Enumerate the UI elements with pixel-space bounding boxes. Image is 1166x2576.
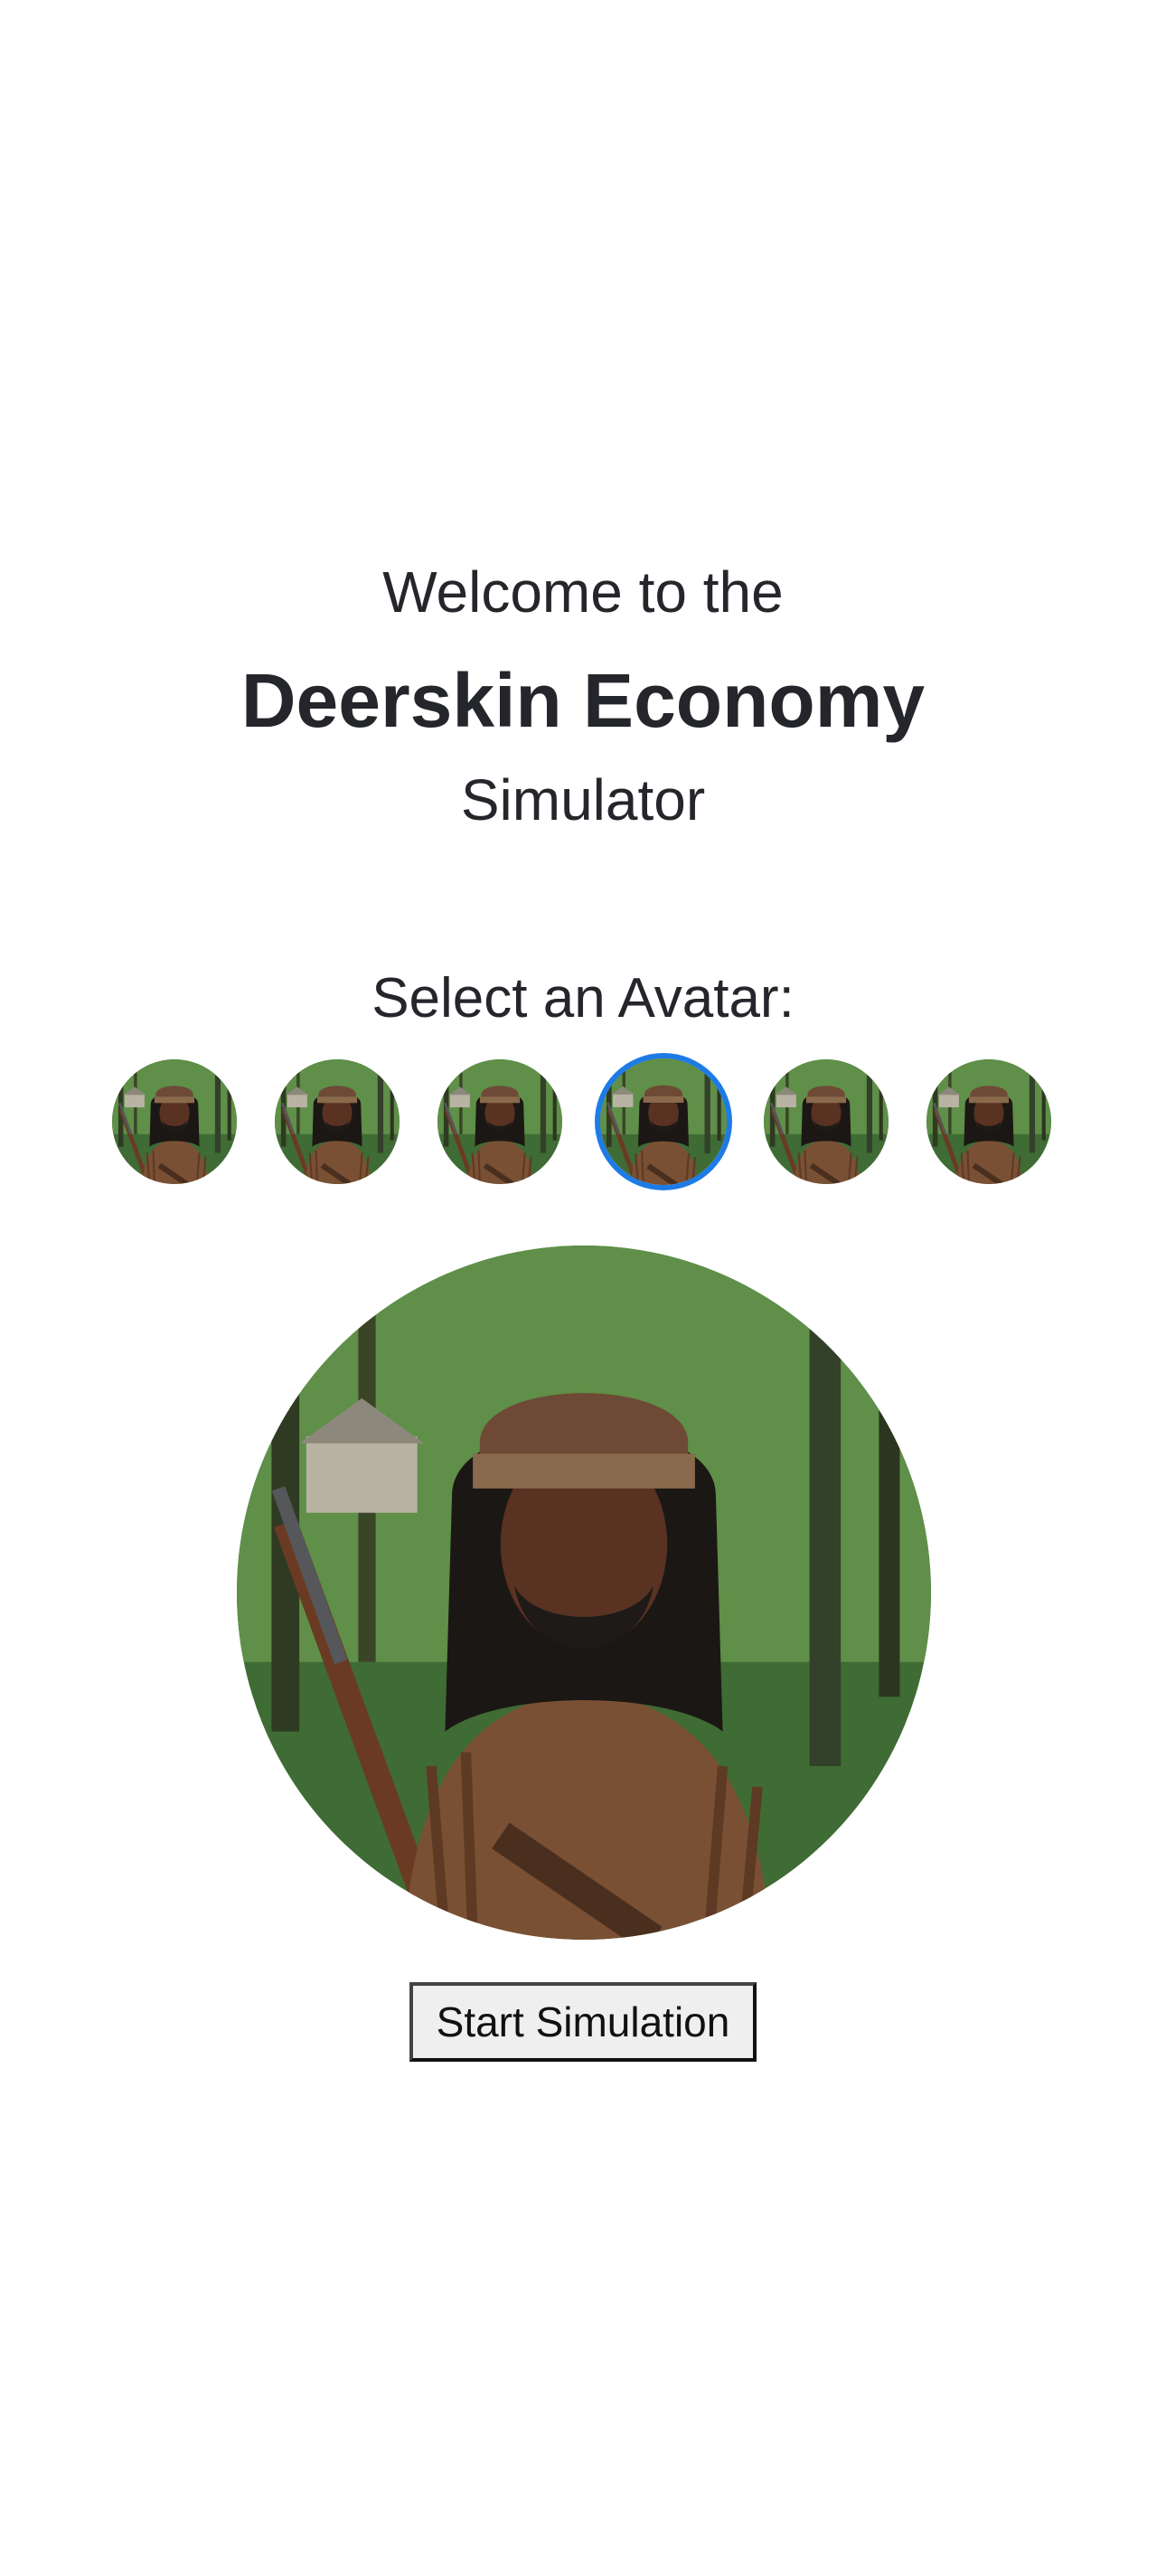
- avatar-selection-screen: Welcome to the Deerskin Economy Simulato…: [0, 0, 1166, 2576]
- frontiersman-portrait-icon: [275, 1059, 400, 1184]
- avatar-picker-label: Select an Avatar:: [371, 967, 795, 1029]
- selected-avatar-preview: [237, 1246, 931, 1940]
- page-subtitle: Simulator: [460, 767, 706, 832]
- avatar-option-6[interactable]: [926, 1059, 1051, 1184]
- start-simulation-button[interactable]: Start Simulation: [409, 1982, 757, 2062]
- avatar-option-2[interactable]: [275, 1059, 400, 1184]
- avatar-option-1[interactable]: [112, 1059, 237, 1184]
- frontiersman-portrait-icon: [764, 1059, 889, 1184]
- page-title: Deerskin Economy: [240, 658, 926, 743]
- frontiersman-portrait-icon: [112, 1059, 237, 1184]
- frontiersman-portrait-icon: [237, 1246, 931, 1940]
- frontiersman-portrait-icon: [926, 1059, 1051, 1184]
- avatar-option-3[interactable]: [437, 1059, 562, 1184]
- frontiersman-portrait-icon: [437, 1059, 562, 1184]
- frontiersman-portrait-icon: [600, 1058, 727, 1185]
- avatar-option-4-selected[interactable]: [595, 1053, 732, 1190]
- welcome-text: Welcome to the: [382, 559, 784, 625]
- avatar-option-5[interactable]: [764, 1059, 889, 1184]
